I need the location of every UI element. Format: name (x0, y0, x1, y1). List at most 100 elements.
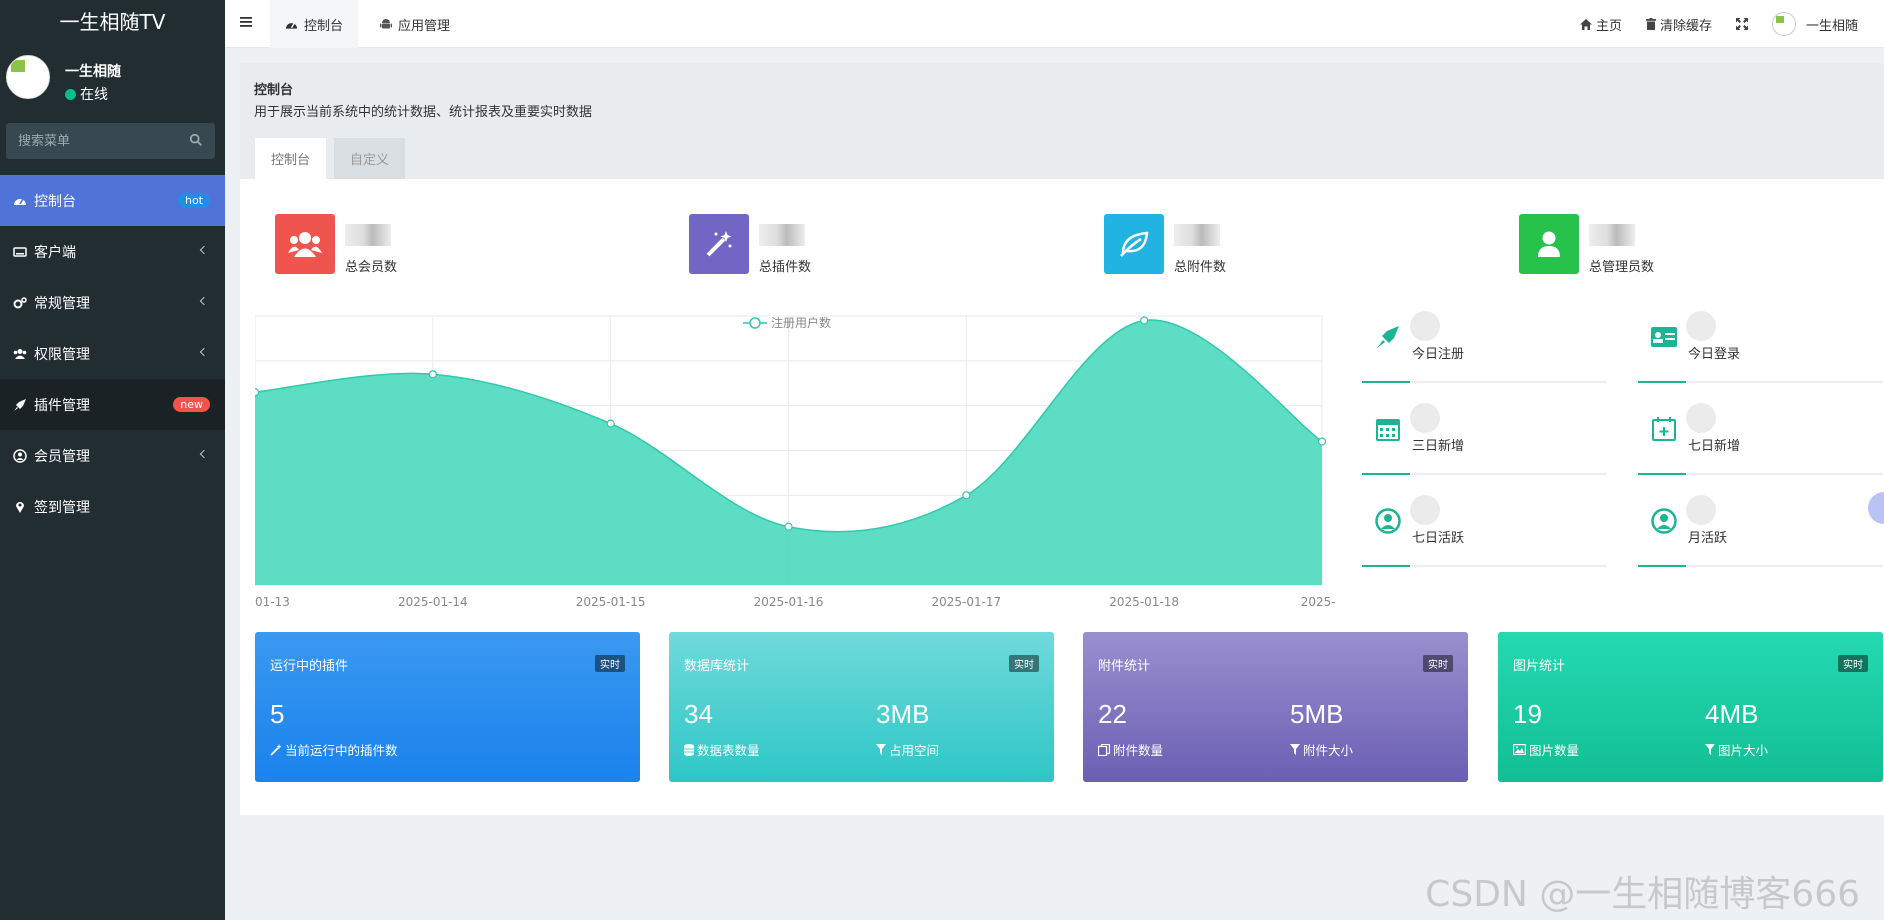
card-value: 19 (1513, 699, 1542, 729)
user-circle-icon (13, 448, 27, 463)
tab-label: 应用管理 (398, 18, 451, 34)
menu-search-input[interactable] (6, 123, 181, 159)
expand-icon (1735, 18, 1748, 30)
card-value: 22 (1098, 699, 1127, 729)
hot-badge: hot (177, 193, 210, 208)
menu-search (6, 123, 215, 159)
online-dot-icon (65, 88, 76, 100)
sidebar-item-label: 客户端 (34, 244, 76, 261)
stat-value-blurred (1410, 403, 1440, 433)
realtime-badge: 实时 (1423, 655, 1453, 672)
card-value: 5MB (1290, 699, 1344, 729)
image-icon (1513, 744, 1526, 755)
realtime-badge: 实时 (595, 655, 625, 672)
card-title: 数据库统计 (684, 659, 750, 674)
map-marker-icon (13, 500, 27, 514)
cogs-icon (13, 296, 27, 310)
clear-cache-button[interactable]: 清除缓存 (1634, 0, 1724, 48)
realtime-badge: 实时 (1838, 655, 1868, 672)
sidebar-item-label: 常规管理 (34, 295, 90, 312)
card-title: 运行中的插件 (270, 659, 349, 674)
registration-chart: 01-13 2025-01-14 2025-01-15 2025-01-16 2025-… (250, 313, 1343, 613)
data-point (962, 491, 971, 500)
database-icon (684, 743, 694, 756)
stat-value-blurred (1174, 224, 1220, 246)
magic-wand-icon (270, 743, 282, 756)
user-icon (1519, 214, 1579, 274)
hamburger-menu-icon[interactable] (240, 16, 252, 28)
sidebar-item-label: 控制台 (34, 193, 76, 210)
card-sub-label: 附件大小 (1303, 743, 1354, 758)
drive-icon (13, 245, 27, 259)
sidebar-item-general[interactable]: 常规管理 (0, 277, 225, 328)
card-sub: 图片数量 (1513, 740, 1579, 759)
chevron-left-icon (199, 347, 209, 357)
sidebar-item-dashboard[interactable]: 控制台 hot (0, 175, 225, 226)
avatar (1771, 12, 1796, 36)
sidebar-item-checkin[interactable]: 签到管理 (0, 481, 225, 532)
side-stat-seven-day-active: 七日活跃 (1362, 495, 1607, 567)
card-value: 4MB (1705, 699, 1759, 729)
side-stat-three-day-new: 三日新增 (1362, 403, 1607, 475)
search-icon[interactable] (189, 133, 203, 147)
card-title: 图片统计 (1513, 659, 1566, 674)
card-sub-label: 数据表数量 (697, 743, 760, 758)
content-header: 控制台 用于展示当前系统中的统计数据、统计报表及重要实时数据 控制台 自定义 (240, 63, 1884, 179)
sidebar-item-members[interactable]: 会员管理 (0, 430, 225, 481)
rocket-icon (1374, 323, 1402, 351)
sidebar-item-plugins[interactable]: 插件管理 new (0, 379, 225, 430)
card-sub-label: 图片数量 (1529, 743, 1580, 758)
page-description: 用于展示当前系统中的统计数据、统计报表及重要实时数据 (254, 105, 593, 120)
rocket-icon (13, 398, 27, 412)
card-database-stats: 数据库统计 实时 34 数据表数量 3MB 占用空间 (669, 632, 1054, 782)
card-sub-label: 附件数量 (1113, 743, 1164, 758)
android-icon (380, 18, 392, 28)
sidebar-item-label: 插件管理 (34, 397, 90, 414)
sidebar-item-label: 权限管理 (34, 346, 90, 363)
card-sub: 附件数量 (1098, 740, 1163, 759)
stat-value-blurred (1686, 403, 1716, 433)
stat-value-blurred (759, 224, 805, 246)
tab-console[interactable]: 控制台 (255, 138, 327, 179)
side-stat-label: 月活跃 (1688, 531, 1728, 546)
tab-dashboard[interactable]: 控制台 (270, 0, 359, 48)
x-tick-label: 2025-01-14 (398, 595, 468, 609)
magic-wand-icon (689, 214, 749, 274)
card-sub: 数据表数量 (684, 740, 760, 759)
side-stat-label: 三日新增 (1412, 439, 1465, 454)
calendar-plus-icon (1650, 415, 1678, 443)
card-title: 附件统计 (1098, 659, 1151, 674)
tab-custom[interactable]: 自定义 (334, 138, 406, 179)
tab-app-management[interactable]: 应用管理 (365, 0, 465, 48)
x-tick-label: 2025-01-15 (576, 595, 646, 609)
sidebar-item-client[interactable]: 客户端 (0, 226, 225, 277)
watermark: CSDN @一生相随博客666 (1425, 874, 1860, 915)
card-sub: 当前运行中的插件数 (270, 740, 398, 759)
home-link-label: 主页 (1595, 18, 1622, 34)
legend-label: 注册用户数 (771, 315, 831, 330)
data-point (1140, 316, 1149, 325)
user-status-text: 在线 (80, 87, 108, 103)
home-link[interactable]: 主页 (1568, 0, 1634, 48)
app-logo[interactable]: 一生相随TV (0, 0, 225, 45)
chart-svg: 01-13 2025-01-14 2025-01-15 2025-01-16 2025-… (250, 315, 1343, 609)
chevron-left-icon (199, 449, 209, 459)
avatar[interactable] (6, 55, 50, 99)
id-card-icon (1650, 323, 1678, 351)
stat-value-blurred (1410, 495, 1440, 525)
user-status: 在线 (65, 84, 108, 104)
side-stat-today-login: 今日登录 (1638, 311, 1883, 383)
dashboard-icon (13, 194, 27, 208)
card-sub: 图片大小 (1705, 740, 1768, 759)
x-tick-label: 2025-01-16 (754, 595, 824, 609)
fullscreen-button[interactable] (1724, 0, 1760, 48)
user-menu[interactable]: 一生相随 (1760, 0, 1870, 48)
data-point (250, 388, 260, 397)
stat-label: 总管理员数 (1589, 260, 1655, 275)
sidebar-item-permission[interactable]: 权限管理 (0, 328, 225, 379)
stat-label: 总会员数 (345, 260, 398, 275)
files-icon (1098, 743, 1110, 756)
card-value: 5 (270, 699, 285, 729)
user-circle-icon (1374, 507, 1402, 535)
filter-icon (1290, 744, 1300, 755)
